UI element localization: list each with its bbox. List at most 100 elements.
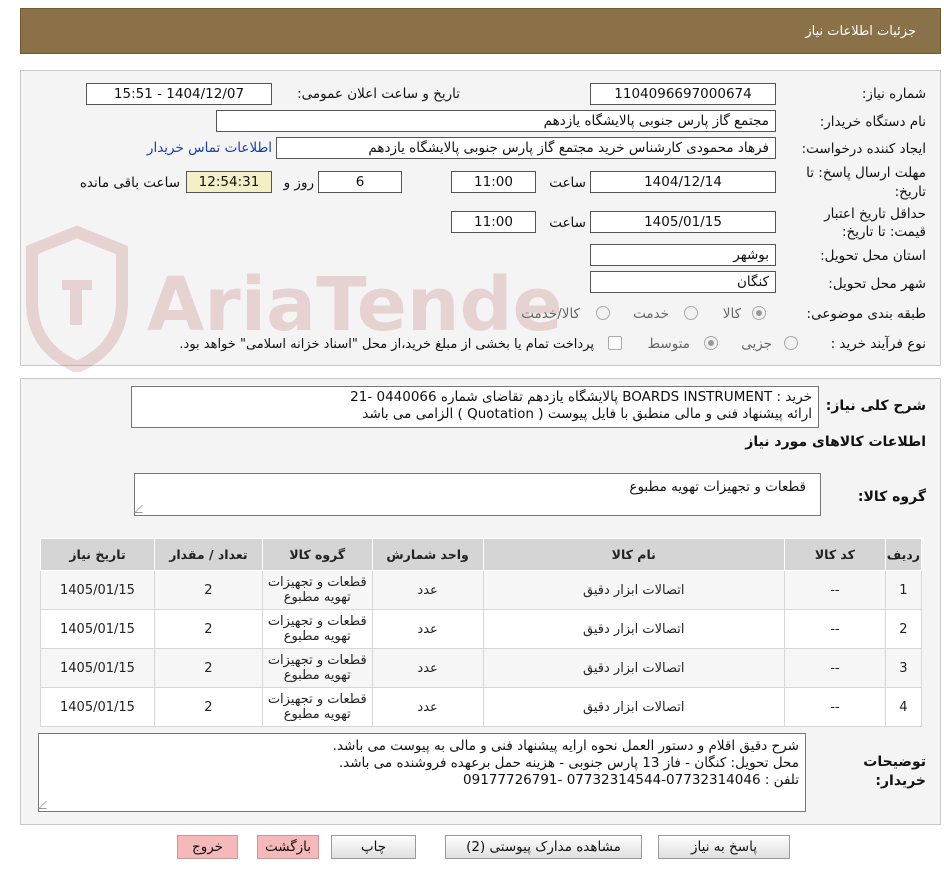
cell-qty: 2 (153, 609, 263, 649)
cell-group-line-2: تهویه مطبوع (283, 668, 351, 683)
cell-qty: 2 (153, 687, 263, 727)
table-row: 3 -- اتصالات ابزار دقیق عدد قطعات و تجهی… (40, 648, 923, 688)
deadline-time-label: ساعت (549, 175, 586, 191)
validity-time-field: 11:00 (451, 211, 536, 233)
cell-name: اتصالات ابزار دقیق (482, 609, 785, 649)
cell-group-line-1: قطعات و تجهیزات (267, 614, 367, 629)
buyer-contact-link[interactable]: اطلاعات تماس خریدار (147, 140, 272, 156)
summary-textarea: خرید : BOARDS INSTRUMENT پالایشگاه یازده… (131, 386, 819, 428)
goods-section-title: اطلاعات کالاهای مورد نیاز (745, 434, 926, 450)
process-radio-medium[interactable] (704, 336, 718, 350)
cell-code: -- (783, 687, 886, 727)
city-field: کنگان (590, 271, 776, 293)
items-table: ردیف کد کالا نام کالا واحد شمارش گروه کا… (40, 538, 923, 727)
cell-group-line-2: تهویه مطبوع (283, 590, 351, 605)
deadline-label-2: تاریخ: (894, 184, 926, 200)
days-label: روز و (283, 175, 314, 191)
process-label: نوع فرآیند خرید : (830, 336, 926, 352)
process-option-medium: متوسط (647, 336, 690, 352)
exit-button[interactable]: خروج (177, 835, 238, 859)
category-radio-service[interactable] (684, 306, 698, 320)
need-number-label: شماره نیاز: (861, 86, 926, 102)
table-row: 2 -- اتصالات ابزار دقیق عدد قطعات و تجهی… (40, 609, 923, 649)
cell-name: اتصالات ابزار دقیق (482, 570, 785, 610)
province-field: بوشهر (590, 244, 776, 266)
deadline-date-field: 1404/12/14 (590, 171, 776, 193)
cell-name: اتصالات ابزار دقیق (482, 687, 785, 727)
view-attachments-button[interactable]: مشاهده مدارک پیوستی (2) (445, 835, 642, 859)
treasury-note: پرداخت تمام یا بخشی از مبلغ خرید،از محل … (179, 337, 594, 352)
validity-label-2: قیمت: تا تاریخ: (842, 224, 926, 240)
col-header-date: تاریخ نیاز (40, 538, 155, 571)
page-header (20, 8, 941, 54)
summary-line-2: ارائه پیشنهاد فنی و مالی منطبق با فایل پ… (362, 406, 812, 422)
remaining-time-field: 12:54:31 (186, 171, 272, 193)
cell-group-line-2: تهویه مطبوع (283, 707, 351, 722)
days-remaining-field: 6 (318, 171, 402, 193)
page-title: جزئیات اطلاعات نیاز (805, 24, 916, 39)
city-label: شهر محل تحویل: (828, 276, 926, 292)
announce-date-label: تاریخ و ساعت اعلان عمومی: (297, 86, 460, 102)
cell-date: 1405/01/15 (40, 687, 155, 727)
cell-code: -- (783, 570, 886, 610)
col-header-unit: واحد شمارش (371, 538, 484, 571)
notes-line-1: شرح دقیق اقلام و دستور العمل نحوه ارایه … (332, 738, 799, 754)
cell-code: -- (783, 648, 886, 688)
cell-qty: 2 (153, 648, 263, 688)
goods-group-field: قطعات و تجهیزات تهویه مطبوع (134, 473, 821, 516)
goods-group-label: گروه کالا: (857, 489, 926, 505)
notes-textarea: شرح دقیق اقلام و دستور العمل نحوه ارایه … (38, 733, 806, 812)
cell-qty: 2 (153, 570, 263, 610)
table-row: 1 -- اتصالات ابزار دقیق عدد قطعات و تجهی… (40, 570, 923, 610)
category-radio-goods[interactable] (752, 306, 766, 320)
creator-label: ایجاد کننده درخواست: (801, 141, 926, 157)
validity-time-label: ساعت (549, 215, 586, 231)
category-label: طبقه بندی موضوعی: (806, 306, 926, 322)
cell-group: قطعات و تجهیزات تهویه مطبوع (261, 570, 373, 610)
need-number-field: 1104096697000674 (590, 83, 776, 105)
summary-label: شرح کلی نیاز: (825, 398, 926, 414)
treasury-checkbox[interactable] (608, 336, 622, 350)
cell-date: 1405/01/15 (40, 648, 155, 688)
reply-button[interactable]: پاسخ به نیاز (658, 835, 790, 859)
deadline-time-field: 11:00 (451, 171, 536, 193)
cell-row: 4 (884, 687, 923, 727)
cell-unit: عدد (371, 648, 484, 688)
col-header-code: کد کالا (783, 538, 886, 571)
category-option-both: کالا/خدمت (521, 306, 580, 322)
cell-group-line-1: قطعات و تجهیزات (267, 575, 367, 590)
cell-name: اتصالات ابزار دقیق (482, 648, 785, 688)
cell-date: 1405/01/15 (40, 570, 155, 610)
cell-row: 3 (884, 648, 923, 688)
buyer-org-label: نام دستگاه خریدار: (819, 114, 926, 130)
col-header-group: گروه کالا (261, 538, 373, 571)
notes-line-2: محل تحویل: کنگان - فاز 13 پارس جنوبی - ه… (338, 755, 799, 771)
cell-group-line-2: تهویه مطبوع (283, 629, 351, 644)
category-option-service: خدمت (633, 306, 669, 322)
cell-group: قطعات و تجهیزات تهویه مطبوع (261, 609, 373, 649)
notes-label: توضیحات (863, 754, 926, 770)
validity-label: حداقل تاریخ اعتبار (824, 206, 926, 222)
summary-line-1: خرید : BOARDS INSTRUMENT پالایشگاه یازده… (350, 389, 812, 405)
table-header-row: ردیف کد کالا نام کالا واحد شمارش گروه کا… (40, 538, 923, 571)
process-option-minor: جزیی (741, 336, 772, 352)
process-radio-minor[interactable] (784, 336, 798, 350)
cell-row: 1 (884, 570, 923, 610)
resize-grip-icon[interactable] (39, 801, 54, 809)
col-header-qty: تعداد / مقدار (153, 538, 263, 571)
province-label: استان محل تحویل: (820, 248, 926, 264)
category-radio-both[interactable] (596, 306, 610, 320)
table-row: 4 -- اتصالات ابزار دقیق عدد قطعات و تجهی… (40, 687, 923, 727)
cell-group-line-1: قطعات و تجهیزات (267, 692, 367, 707)
creator-field: فرهاد محمودی کارشناس خرید مجتمع گاز پارس… (276, 137, 776, 159)
back-button[interactable]: بازگشت (257, 835, 319, 859)
cell-code: -- (783, 609, 886, 649)
cell-unit: عدد (371, 570, 484, 610)
print-button[interactable]: چاپ (331, 835, 416, 859)
cell-group: قطعات و تجهیزات تهویه مطبوع (261, 687, 373, 727)
buyer-org-field: مجتمع گاز پارس جنوبی پالایشگاه یازدهم (216, 110, 776, 132)
resize-grip-icon[interactable] (135, 505, 150, 513)
cell-date: 1405/01/15 (40, 609, 155, 649)
cell-group-line-1: قطعات و تجهیزات (267, 653, 367, 668)
cell-row: 2 (884, 609, 923, 649)
